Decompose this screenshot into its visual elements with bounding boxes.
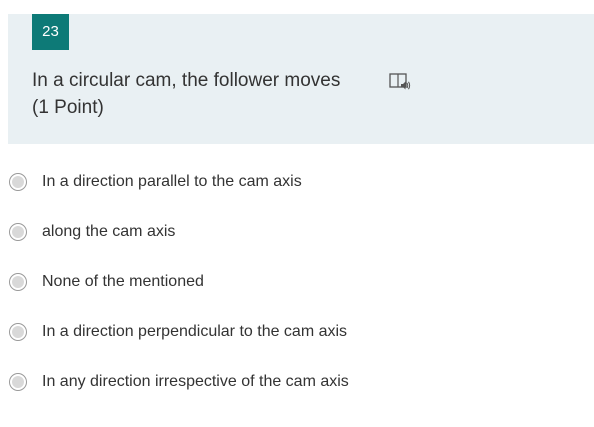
radio-button[interactable] [9, 373, 27, 391]
option-2[interactable]: along the cam axis [8, 220, 568, 248]
radio-button[interactable] [9, 273, 27, 291]
option-label: In a direction parallel to the cam axis [42, 173, 302, 190]
radio-button[interactable] [9, 323, 27, 341]
option-4[interactable]: In a direction perpendicular to the cam … [8, 320, 568, 348]
option-label: In a direction perpendicular to the cam … [42, 323, 348, 340]
option-1[interactable]: In a direction parallel to the cam axis [8, 170, 568, 198]
question-text: In a circular cam, the follower moves [32, 70, 341, 91]
option-label: In any direction irrespective of the cam… [42, 373, 349, 390]
option-label: along the cam axis [42, 223, 176, 240]
question-number-badge: 23 [32, 14, 69, 50]
question-card: 23 In a circular cam, the follower moves… [8, 14, 594, 144]
option-5[interactable]: In any direction irrespective of the cam… [8, 370, 568, 398]
option-label: None of the mentioned [42, 273, 204, 290]
radio-button[interactable] [9, 173, 27, 191]
radio-button[interactable] [9, 223, 27, 241]
immersive-reader-icon[interactable] [389, 72, 411, 92]
question-points: (1 Point) [32, 97, 104, 118]
option-3[interactable]: None of the mentioned [8, 270, 568, 298]
